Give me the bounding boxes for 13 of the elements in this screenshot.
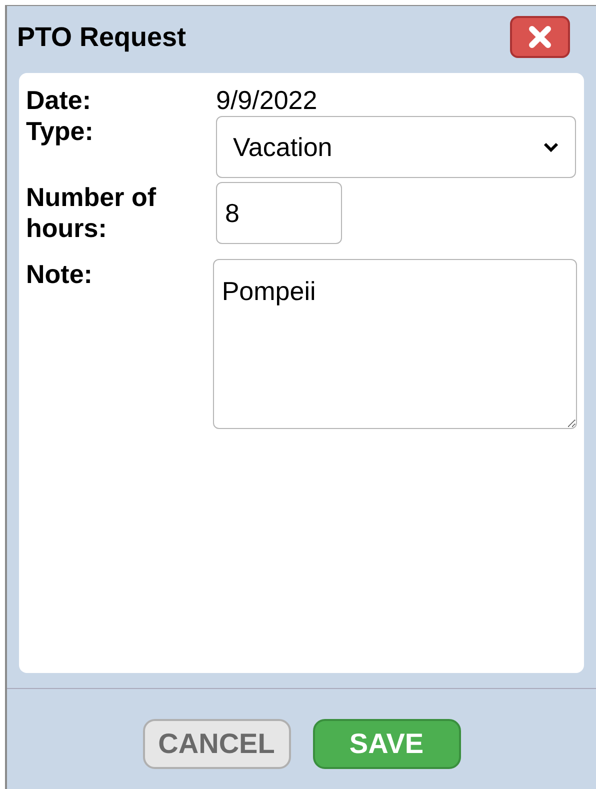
- field-label: Number of hours:: [26, 182, 158, 245]
- hours-input[interactable]: 8: [216, 182, 342, 244]
- field-label: Date:: [26, 85, 92, 116]
- type-select[interactable]: Vacation: [216, 116, 576, 178]
- cancel-button[interactable]: CANCEL: [142, 719, 290, 769]
- close-icon: [529, 26, 551, 48]
- date-value: 9/9/2022: [216, 85, 318, 113]
- window-title: PTO Request: [17, 20, 186, 54]
- chevron-down-icon: [543, 141, 559, 154]
- note-textarea[interactable]: Pompeii: [212, 258, 577, 429]
- field-label: Note:: [26, 258, 94, 290]
- field-label: Type:: [26, 116, 94, 148]
- close-button[interactable]: [510, 16, 570, 58]
